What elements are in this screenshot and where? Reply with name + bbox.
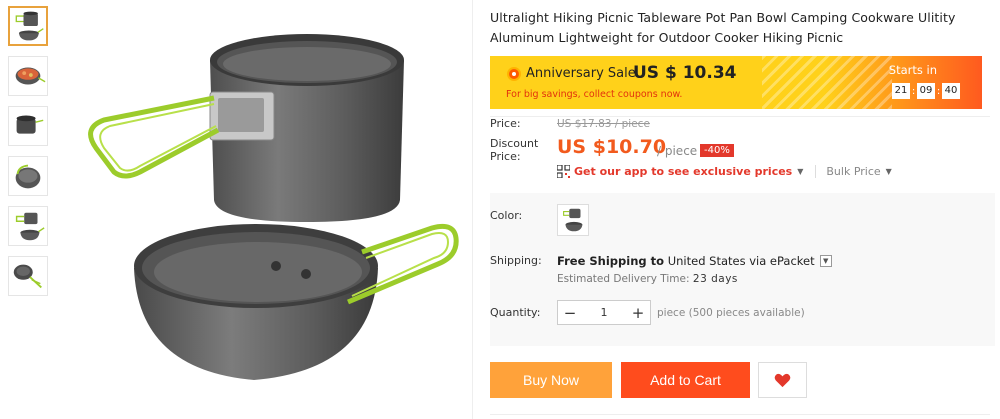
eta-label: Estimated Delivery Time: (557, 273, 690, 285)
coin-icon (507, 67, 521, 81)
timer-hours: 21 (892, 83, 910, 99)
wishlist-button[interactable] (758, 362, 807, 398)
thumbnail-list (8, 6, 50, 306)
shipping-destination: United States via ePacket (667, 254, 815, 268)
app-promo-link[interactable]: Get our app to see exclusive prices (574, 165, 792, 178)
thumbnail-4[interactable] (8, 156, 48, 196)
divider (490, 414, 990, 415)
quantity-minus-button[interactable]: − (558, 304, 582, 322)
pot-pan-swatch-icon (563, 208, 583, 232)
thumbnail-3[interactable] (8, 106, 48, 146)
eta-value: 23 days (692, 273, 738, 285)
delivery-eta: Estimated Delivery Time: 23 days (557, 273, 738, 285)
quantity-plus-button[interactable]: + (626, 304, 650, 322)
main-product-image[interactable] (62, 0, 470, 419)
thumbnail-6[interactable] (8, 256, 48, 296)
banner-stripes (762, 56, 892, 109)
availability-text: piece (500 pieces available) (657, 307, 805, 319)
panel-divider (472, 0, 473, 419)
add-to-cart-button[interactable]: Add to Cart (621, 362, 750, 398)
qr-code-icon (557, 165, 570, 178)
price-label: Price: (490, 117, 521, 130)
divider (490, 116, 990, 117)
timer-separator: : (911, 85, 916, 97)
quantity-input[interactable]: 1 (582, 306, 626, 319)
chevron-down-icon[interactable]: ▼ (819, 255, 832, 267)
pot-tilted-thumbnail (15, 164, 41, 189)
shipping-label: Shipping: (490, 254, 542, 267)
countdown-timer: 21 : 09 : 40 (892, 83, 960, 99)
heart-icon (774, 373, 791, 387)
pan-handle-thumbnail (13, 264, 42, 289)
pot-with-food-thumbnail (15, 67, 46, 85)
product-info-panel: Ultralight Hiking Picnic Tableware Pot P… (490, 0, 995, 415)
discount-badge: -40% (700, 144, 734, 157)
thumbnail-1[interactable] (8, 6, 48, 46)
quantity-stepper[interactable]: − 1 + (557, 300, 651, 325)
starts-in-label: Starts in (888, 63, 937, 77)
color-label: Color: (490, 209, 523, 222)
timer-seconds: 40 (942, 83, 960, 99)
sale-subtext: For big savings, collect coupons now. (506, 89, 683, 100)
discount-price-label: Discount Price: (490, 137, 538, 163)
quantity-label: Quantity: (490, 306, 541, 319)
discount-label-line1: Discount (490, 137, 539, 150)
pot-pan-side-thumbnail (16, 115, 44, 134)
chevron-down-icon[interactable]: ▼ (797, 167, 803, 176)
bulk-price-link[interactable]: Bulk Price (815, 165, 881, 178)
sale-price: US $ 10.34 (633, 63, 737, 83)
app-promo-row: Get our app to see exclusive prices ▼ Bu… (557, 165, 892, 178)
free-shipping-text: Free Shipping to (557, 254, 665, 268)
product-title: Ultralight Hiking Picnic Tableware Pot P… (490, 10, 956, 45)
sale-label: Anniversary Sale (526, 66, 636, 81)
thumbnail-2[interactable] (8, 56, 48, 96)
timer-minutes: 09 (917, 83, 935, 99)
thumbnail-5[interactable] (8, 206, 48, 246)
buy-now-button[interactable]: Buy Now (490, 362, 612, 398)
shipping-info[interactable]: Free Shipping to United States via ePack… (557, 254, 832, 268)
original-price: US $17.83 / piece (557, 118, 650, 130)
pot-pan-angle-thumbnail (15, 212, 45, 241)
timer-separator: : (936, 85, 941, 97)
discount-label-line2: Price: (490, 150, 521, 163)
chevron-down-icon[interactable]: ▼ (886, 167, 892, 176)
pot-and-pan-illustration (88, 34, 459, 380)
discount-price: US $10.70 (557, 136, 667, 158)
anniversary-sale-banner[interactable]: Anniversary Sale US $ 10.34 For big savi… (490, 56, 982, 109)
price-unit: / piece (657, 144, 698, 158)
color-option-swatch[interactable] (557, 204, 589, 236)
pot-pan-set-thumbnail (15, 11, 44, 41)
